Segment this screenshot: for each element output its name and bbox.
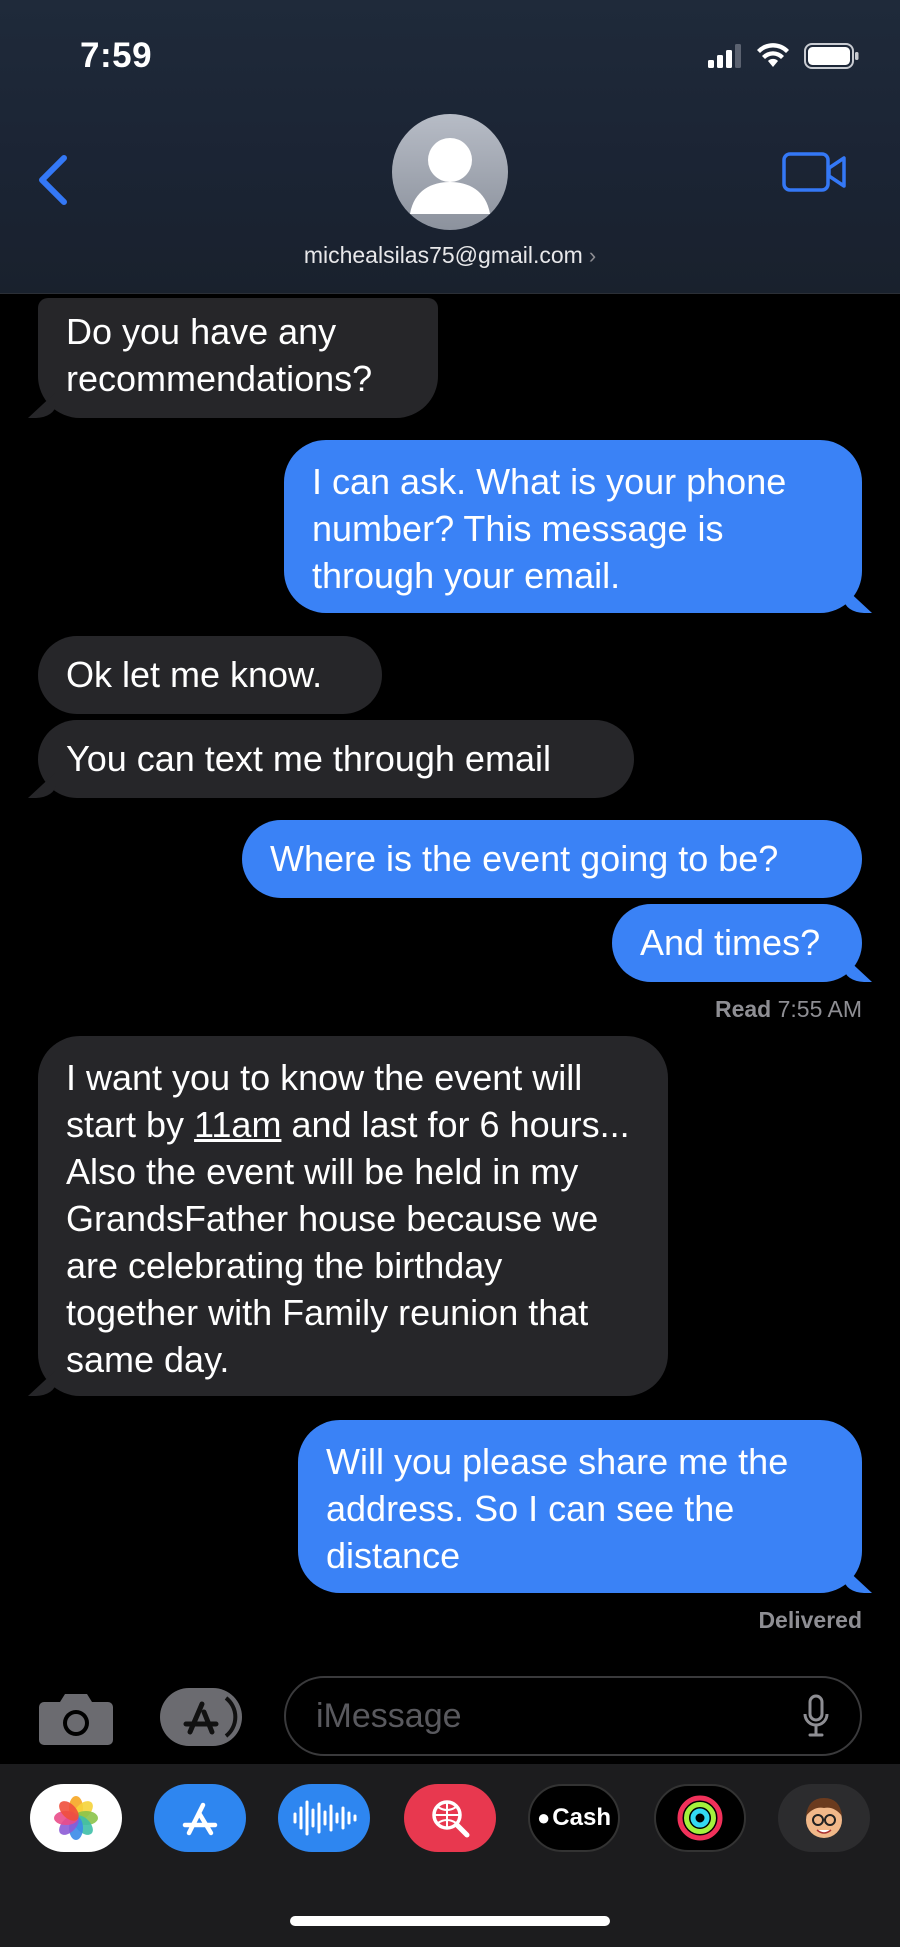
message-outgoing[interactable]: Will you please share me the address. So… <box>298 1420 862 1593</box>
battery-icon <box>804 43 859 69</box>
time-link[interactable]: 11am <box>194 1104 281 1145</box>
status-time: 7:59 <box>80 36 153 75</box>
conversation-header: 7:59 michealsilas75@gmail.com › <box>0 0 900 294</box>
back-chevron-icon[interactable] <box>34 150 74 210</box>
person-silhouette-icon <box>410 138 490 214</box>
contact-avatar[interactable] <box>392 114 508 230</box>
waveform-icon <box>293 1800 357 1836</box>
message-incoming[interactable]: I want you to know the event will start … <box>38 1036 668 1396</box>
activity-icon[interactable] <box>654 1784 746 1852</box>
composer-bar: iMessage <box>0 1672 900 1766</box>
status-icons <box>708 42 860 70</box>
facetime-video-icon[interactable] <box>782 150 846 194</box>
app-store-a-icon <box>182 1802 218 1836</box>
photos-icon[interactable] <box>30 1784 122 1852</box>
app-store-icon <box>183 1696 238 1738</box>
message-incoming[interactable]: Ok let me know. <box>38 636 382 714</box>
message-incoming[interactable]: You can text me through email <box>38 720 634 798</box>
delivered-receipt: Delivered <box>758 1607 862 1633</box>
activity-rings-icon <box>677 1795 723 1841</box>
apple-cash-icon[interactable]: ● Cash <box>528 1784 620 1852</box>
photos-flower-icon <box>54 1796 98 1840</box>
message-outgoing[interactable]: Where is the event going to be? <box>242 820 862 898</box>
memoji-icon[interactable] <box>778 1784 870 1852</box>
message-incoming[interactable]: Do you have any recommendations? <box>38 298 438 418</box>
chevron-right-icon: › <box>588 243 597 268</box>
audio-message-icon[interactable] <box>278 1784 370 1852</box>
globe-search-icon <box>432 1800 470 1838</box>
imessage-input[interactable]: iMessage <box>284 1676 862 1756</box>
image-search-icon[interactable] <box>404 1784 496 1852</box>
home-indicator[interactable] <box>290 1916 610 1926</box>
message-outgoing[interactable]: And times? <box>612 904 862 982</box>
message-outgoing[interactable]: I can ask. What is your phone number? Th… <box>284 440 862 613</box>
app-store-button[interactable] <box>160 1688 242 1746</box>
contact-name[interactable]: michealsilas75@gmail.com › <box>0 242 900 269</box>
apple-logo-icon: ● <box>537 1805 551 1830</box>
wifi-icon <box>757 43 789 67</box>
camera-icon[interactable] <box>38 1688 114 1746</box>
app-drawer: ● Cash <box>0 1764 900 1947</box>
memoji-face-icon <box>806 1798 842 1838</box>
app-store-icon[interactable] <box>154 1784 246 1852</box>
cellular-signal-icon <box>708 44 741 68</box>
read-receipt: Read 7:55 AM <box>714 996 862 1022</box>
microphone-icon[interactable] <box>802 1694 830 1738</box>
